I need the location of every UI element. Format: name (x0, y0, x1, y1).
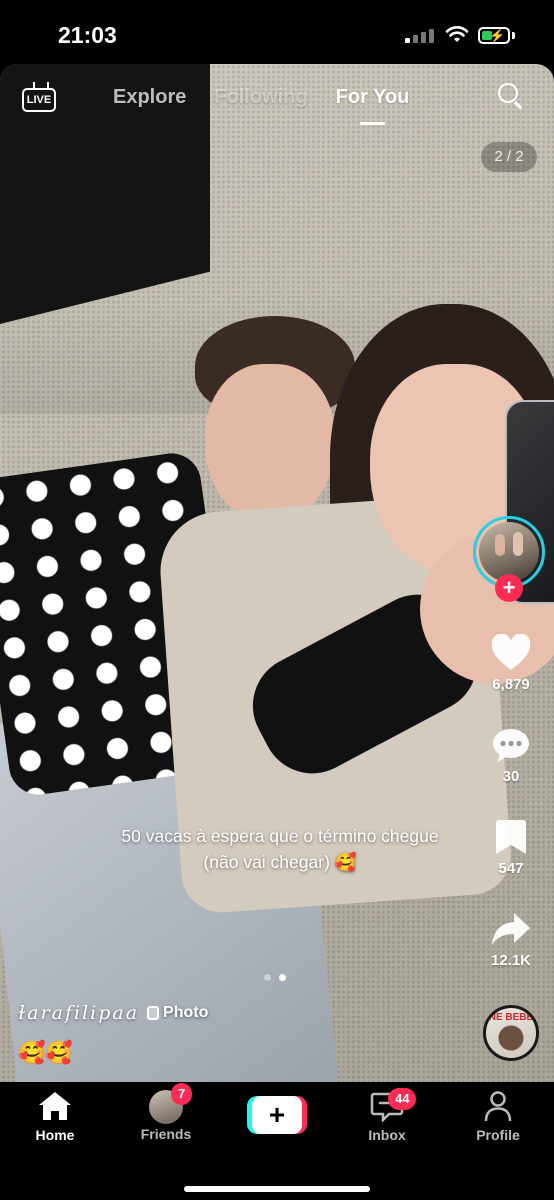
photo-badge: Photo (147, 1004, 208, 1022)
comment-count: 30 (502, 768, 520, 785)
photo-page-counter: 2 / 2 (481, 142, 537, 172)
post-description-emojis: 🥰🥰 (18, 1040, 73, 1065)
heart-icon (491, 634, 531, 670)
nav-profile-label: Profile (476, 1127, 520, 1143)
carousel-dot-1 (264, 974, 271, 981)
share-button[interactable]: 12.1K (484, 910, 538, 969)
carousel-indicator (264, 974, 286, 981)
nav-profile[interactable]: Profile (453, 1090, 543, 1143)
like-count: 6,879 (492, 676, 530, 693)
music-disc[interactable]: NE BEBE (483, 1005, 539, 1061)
username-row: ɫarafilipaa Photo (18, 1002, 208, 1024)
avatar (479, 522, 539, 582)
tiktok-screen: 21:03 ⚡ LIVE Explore Following For You 2… (0, 0, 554, 1200)
nav-inbox-label: Inbox (368, 1127, 406, 1143)
nav-friends-label: Friends (140, 1126, 192, 1142)
carousel-dot-2 (279, 974, 286, 981)
post-photo[interactable] (0, 64, 554, 1082)
tab-for-you[interactable]: For You (336, 86, 409, 125)
share-count: 12.1K (490, 952, 532, 969)
caption-line-2: (não vai chegar) 🥰 (203, 852, 357, 872)
status-time: 21:03 (58, 22, 117, 48)
comment-button[interactable]: 30 (484, 726, 538, 785)
plus-icon: + (252, 1096, 302, 1134)
battery-icon: ⚡ (478, 27, 510, 44)
home-indicator[interactable] (184, 1186, 370, 1192)
nav-friends[interactable]: 7 Friends (121, 1083, 211, 1142)
username[interactable]: ɫarafilipaa (18, 1002, 139, 1024)
status-bar: 21:03 ⚡ (0, 0, 554, 64)
nav-home[interactable]: Home (10, 1090, 100, 1143)
creator-avatar[interactable]: + (473, 516, 549, 602)
cellular-signal-icon (405, 29, 434, 43)
follow-plus-button[interactable]: + (495, 574, 523, 602)
search-icon[interactable] (498, 83, 526, 111)
nav-inbox[interactable]: 44 Inbox (342, 1088, 432, 1143)
photo-badge-label: Photo (163, 1004, 209, 1021)
friends-avatar: 7 (149, 1083, 193, 1124)
nav-home-label: Home (35, 1127, 75, 1143)
bottom-nav: Home 7 Friends + 44 Inbox Profile (0, 1082, 554, 1200)
like-button[interactable]: 6,879 (484, 634, 538, 693)
post-caption: 50 vacas à espera que o término chegue (… (60, 823, 500, 875)
live-button[interactable]: LIVE (22, 82, 58, 114)
tab-following[interactable]: Following (214, 86, 307, 109)
comment-bubble-icon (493, 729, 529, 762)
share-arrow-icon (492, 913, 530, 945)
wifi-icon (445, 26, 469, 42)
charging-bolt-icon: ⚡ (489, 28, 506, 43)
save-count: 547 (498, 860, 524, 877)
tab-explore[interactable]: Explore (113, 86, 186, 109)
friends-badge: 7 (171, 1083, 193, 1105)
music-disc-label: NE BEBE (488, 1012, 534, 1023)
photo-boy-face (205, 364, 335, 524)
live-tv-icon: LIVE (22, 88, 56, 112)
top-tabs: Explore Following For You (113, 86, 409, 125)
caption-line-1: 50 vacas à espera que o término chegue (121, 826, 439, 846)
inbox-badge: 44 (388, 1088, 417, 1110)
photo-mode-icon (147, 1006, 160, 1020)
home-icon (39, 1092, 71, 1120)
profile-icon (484, 1091, 512, 1122)
create-button[interactable]: + (247, 1096, 307, 1134)
